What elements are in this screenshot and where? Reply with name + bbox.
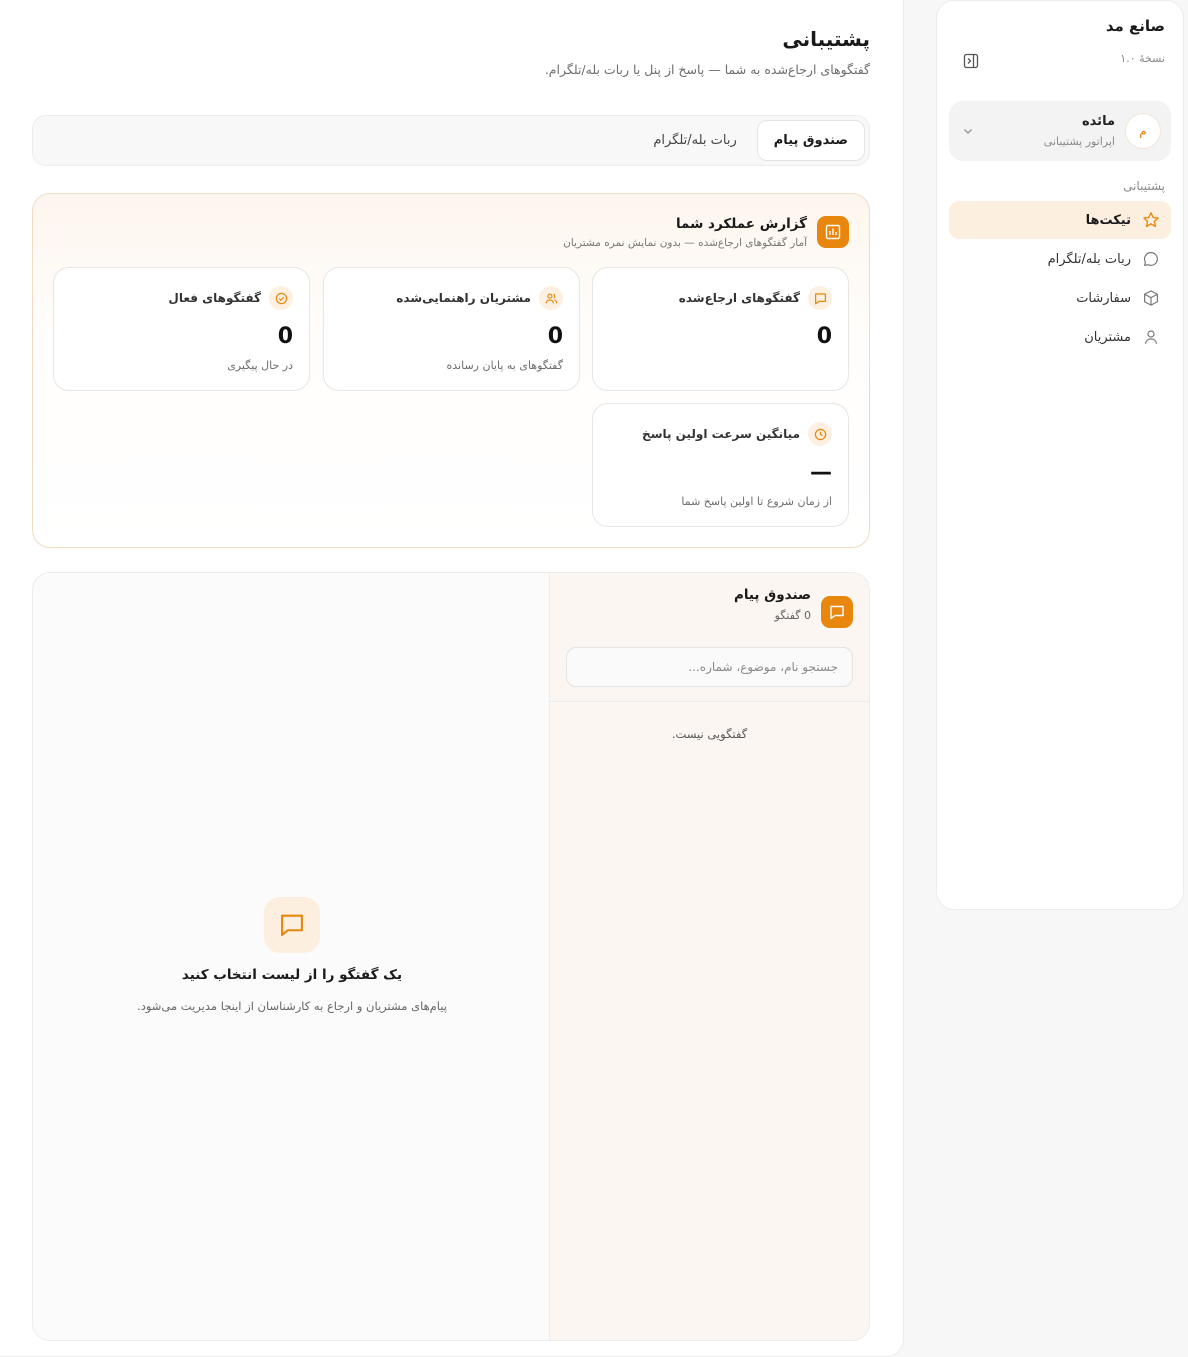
message-square-icon [821,596,853,628]
sidebar-item-tickets[interactable]: تیکت‌ها [949,201,1171,239]
sidebar-item-label: تیکت‌ها [1085,212,1131,228]
report-title: گزارش عملکرد شما [675,216,807,232]
search-input[interactable] [566,647,853,687]
chat-bubble-icon [1141,249,1161,269]
stat-card-guided: مشتریان راهنمایی‌شده 0 گفتگوهای به پایان… [323,267,580,391]
nav-section-label: پشتیبانی [1123,179,1165,193]
conversation-count: 0 گفتگو [774,609,811,622]
stat-note: از زمان شروع تا اولین پاسخ شما [681,495,832,508]
conversation-list: صندوق پیام 0 گفتگو گفتگویی نیست. [549,573,869,1340]
page-subtitle: گفتگوهای ارجاع‌شده به شما — پاسخ از پنل … [544,62,870,77]
stat-label: میانگین سرعت اولین پاسخ [642,427,800,441]
sidebar-collapse-icon [963,53,979,69]
sidebar-item-label: سفارشات [1076,290,1131,306]
empty-list-message: گفتگویی نیست. [671,727,748,741]
message-square-icon [264,897,320,953]
page-title: پشتیبانی [782,27,870,51]
clock-icon [808,422,832,446]
collapse-sidebar-button[interactable] [957,47,985,75]
report-header: گزارش عملکرد شما آمار گفتگوهای ارجاع‌شده… [563,216,849,249]
brand-title: صانع مد [1105,17,1165,35]
app-version: نسخهٔ ۱.۰ [1120,52,1165,65]
divider [550,701,869,702]
empty-state-title: یک گفتگو را از لیست انتخاب کنید [181,967,403,983]
user-icon [1141,327,1161,347]
stat-card-response-time: میانگین سرعت اولین پاسخ — از زمان شروع ت… [592,403,849,527]
tab-bot[interactable]: ربات بله/تلگرام [637,120,752,161]
sidebar-item-label: مشتریان [1084,329,1131,345]
brand: صانع مد نسخهٔ ۱.۰ [1106,15,1171,65]
check-circle-icon [269,286,293,310]
main-content: پشتیبانی گفتگوهای ارجاع‌شده به شما — پاس… [0,0,904,1357]
sidebar-item-orders[interactable]: سفارشات [949,279,1171,317]
sidebar-item-label: ربات بله/تلگرام [1047,251,1131,267]
stat-label: گفتگوهای فعال [168,291,261,305]
stat-label: گفتگوهای ارجاع‌شده [678,291,800,305]
stat-value: 0 [277,324,293,349]
user-role: اپراتور پشتیبانی [1043,135,1115,148]
inbox-title: صندوق پیام [733,587,811,603]
chevron-down-icon [959,122,977,140]
stat-value: 0 [816,324,832,349]
star-icon [1141,210,1161,230]
sidebar: صانع مد نسخهٔ ۱.۰ م مائده اپراتور پشتیبا… [936,0,1184,910]
empty-state-subtitle: پیام‌های مشتریان و ارجاع به کارشناسان از… [137,999,447,1013]
empty-conversation-state: یک گفتگو را از لیست انتخاب کنید پیام‌های… [33,897,551,1013]
stat-card-active: گفتگوهای فعال 0 در حال پیگیری [53,267,310,391]
tab-inbox[interactable]: صندوق پیام [756,120,865,161]
sidebar-item-bot[interactable]: ربات بله/تلگرام [949,240,1171,278]
inbox-panel: صندوق پیام 0 گفتگو گفتگویی نیست. یک گفتگ… [32,572,870,1341]
user-menu[interactable]: م مائده اپراتور پشتیبانی [949,101,1171,161]
box-icon [1141,288,1161,308]
user-name: مائده [1082,114,1115,129]
inbox-header: صندوق پیام 0 گفتگو [734,587,853,628]
avatar: م [1125,113,1161,149]
sidebar-item-customers[interactable]: مشتریان [949,318,1171,356]
performance-report: گزارش عملکرد شما آمار گفتگوهای ارجاع‌شده… [32,193,870,548]
brand-row: صانع مد نسخهٔ ۱.۰ [949,15,1171,101]
stat-note: در حال پیگیری [227,359,293,372]
stat-value: — [810,460,832,485]
report-subtitle: آمار گفتگوهای ارجاع‌شده — بدون نمایش نمر… [563,237,807,249]
message-square-icon [808,286,832,310]
users-icon [539,286,563,310]
user-info: مائده اپراتور پشتیبانی [987,114,1115,148]
bar-chart-icon [817,216,849,248]
tab-bar: صندوق پیام ربات بله/تلگرام [32,115,870,166]
stat-label: مشتریان راهنمایی‌شده [396,291,531,305]
stat-card-referred: گفتگوهای ارجاع‌شده 0 [592,267,849,391]
stat-note: گفتگوهای به پایان رسانده [446,359,563,372]
stat-value: 0 [547,324,563,349]
